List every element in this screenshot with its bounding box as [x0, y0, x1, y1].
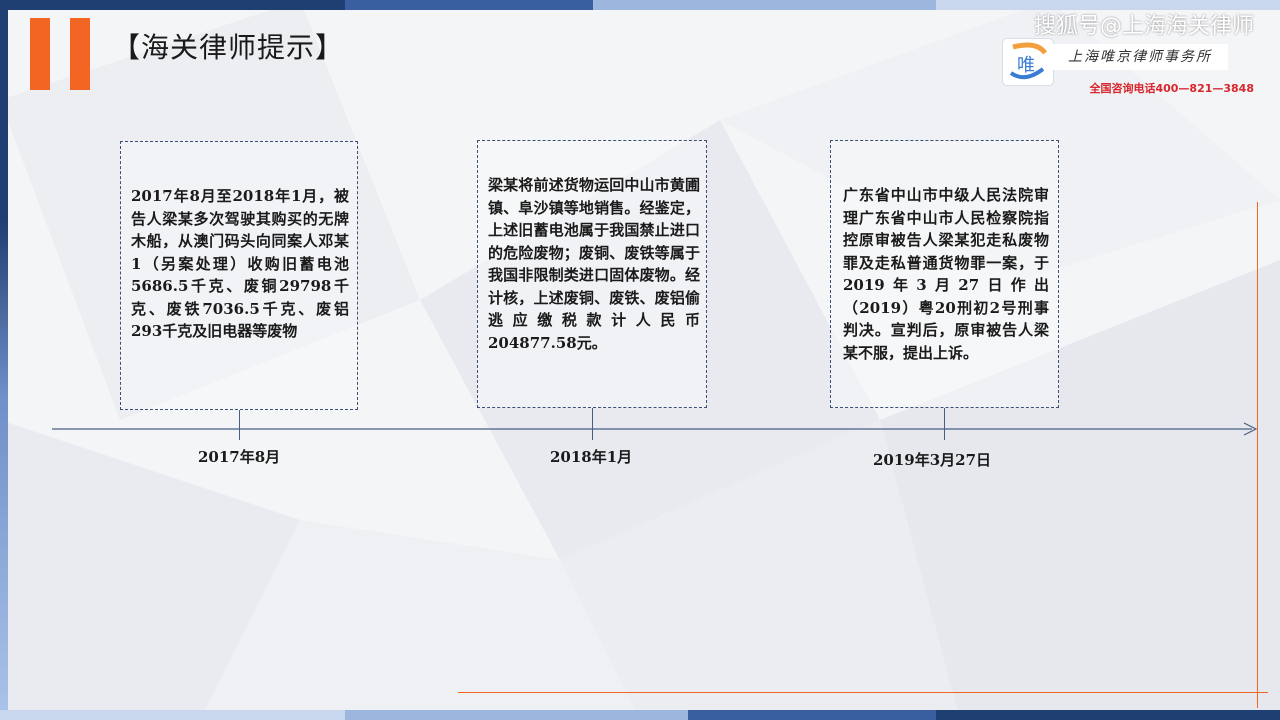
date-label-3: 2019年3月27日: [873, 451, 992, 469]
timeline-axis: [52, 422, 1258, 436]
date-label-2: 2018年1月: [550, 448, 633, 466]
slide: 【海关律师提示】 搜狐号@上海海关律师 唯 上海唯京律师事务所 全国咨询电话40…: [0, 0, 1280, 720]
decor-line-horizontal: [458, 692, 1268, 693]
date-label-1: 2017年8月: [198, 448, 281, 466]
decor-line-vertical: [1257, 202, 1258, 708]
bottom-color-bar: [0, 710, 1280, 720]
